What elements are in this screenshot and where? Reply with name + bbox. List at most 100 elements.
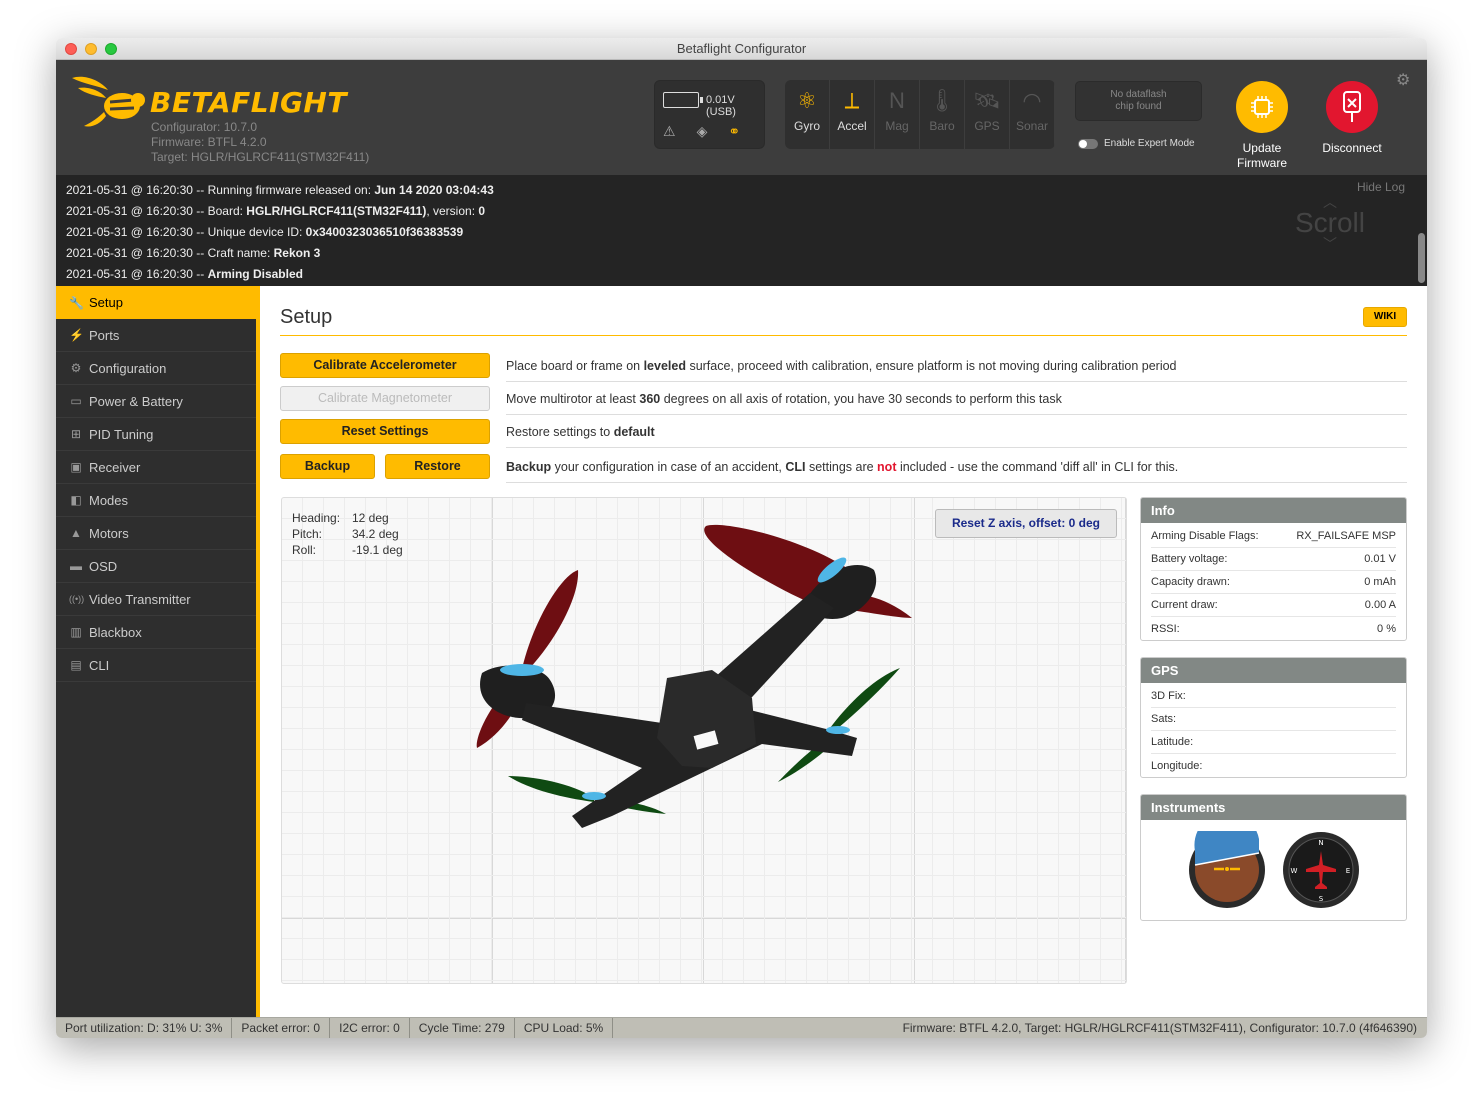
chevron-up-icon: ︿	[1323, 194, 1337, 210]
configurator-version: Configurator: 10.7.0	[151, 120, 258, 134]
log-lines: 2021-05-31 @ 16:20:30 -- Running firmwar…	[66, 180, 494, 285]
i2c-error: I2C error: 0	[330, 1017, 410, 1038]
svg-text:N: N	[1318, 839, 1323, 847]
info-key: Arming Disable Flags:	[1151, 530, 1259, 542]
gps-row: Sats:	[1151, 708, 1396, 731]
calibrate-accelerometer-button[interactable]: Calibrate Accelerometer	[280, 353, 490, 378]
update-firmware-button[interactable]: Update Firmware	[1227, 81, 1297, 171]
page-title: Setup	[280, 306, 333, 328]
sensor-label: Accel	[837, 119, 867, 133]
sidebar-item-cli[interactable]: ▤ CLI	[56, 649, 256, 682]
chevron-down-icon: ﹀	[1323, 236, 1337, 252]
info-value: RX_FAILSAFE MSP	[1296, 530, 1396, 542]
gps-title: GPS	[1141, 658, 1406, 683]
sidebar-item-receiver[interactable]: ▣ Receiver	[56, 451, 256, 484]
sidebar-item-label: CLI	[89, 657, 110, 673]
sensor-label: Sonar	[1015, 119, 1049, 133]
hide-log-link[interactable]: Hide Log	[1357, 180, 1405, 194]
reset-settings-button[interactable]: Reset Settings	[280, 419, 490, 444]
version-info: Configurator: 10.7.0 Firmware: BTFL 4.2.…	[151, 120, 369, 165]
sidebar-item-osd[interactable]: ▬ OSD	[56, 550, 256, 583]
info-key: Battery voltage:	[1151, 553, 1228, 565]
maximize-window-button[interactable]	[105, 43, 117, 55]
gps-key: 3D Fix:	[1151, 690, 1186, 702]
sidebar-item-modes[interactable]: ◧ Modes	[56, 484, 256, 517]
gear-icon: ⚙	[70, 361, 82, 375]
minimize-window-button[interactable]	[85, 43, 97, 55]
sidebar-item-ports[interactable]: ⚡ Ports	[56, 319, 256, 352]
status-icons: ⚠ ◈ ⚭	[663, 123, 740, 140]
sidebar-item-pid-tuning[interactable]: ⊞ PID Tuning	[56, 418, 256, 451]
packet-error: Packet error: 0	[232, 1017, 331, 1038]
warning-icon: ⚠	[663, 123, 676, 139]
scroll-label: Scroll	[1294, 207, 1365, 238]
sidebar-item-power-battery[interactable]: ▭ Power & Battery	[56, 385, 256, 418]
log-line: 2021-05-31 @ 16:20:30 -- Unique device I…	[66, 225, 464, 239]
sidebar-item-label: Modes	[89, 492, 129, 508]
sidebar-item-video-transmitter[interactable]: ((•)) Video Transmitter	[56, 583, 256, 616]
backup-description: Backup your configuration in case of an …	[506, 451, 1407, 483]
info-key: Current draw:	[1151, 599, 1218, 611]
disconnect-button[interactable]: Disconnect	[1317, 81, 1387, 156]
motor-icon: ▲	[70, 526, 82, 540]
port-utilization: Port utilization: D: 31% U: 3%	[56, 1017, 233, 1038]
app-window: Betaflight Configurator BETAFLIGHT Confi…	[56, 38, 1427, 1038]
sidebar-item-configuration[interactable]: ⚙ Configuration	[56, 352, 256, 385]
toggle-switch[interactable]	[1078, 138, 1098, 149]
heading-indicator-icon: N E S W	[1282, 832, 1359, 908]
gyro-icon: ⚛	[797, 88, 817, 113]
battery-icon: ▭	[70, 394, 82, 408]
sensor-gps: 🛰 GPS	[965, 80, 1010, 149]
reset-description: Restore settings to default	[506, 416, 1407, 448]
backup-button[interactable]: Backup	[280, 454, 375, 479]
wiki-button[interactable]: WIKI	[1363, 307, 1407, 327]
log-scrollbar[interactable]	[1418, 233, 1425, 283]
expert-mode-label: Enable Expert Mode	[1104, 138, 1195, 149]
sensor-sonar: ◠ Sonar	[1010, 80, 1055, 149]
gps-row: Latitude:	[1151, 731, 1396, 754]
sidebar-item-label: Power & Battery	[89, 393, 183, 409]
calibrate-mag-row: Calibrate Magnetometer Move multirotor a…	[280, 383, 1407, 416]
calibrate-acc-row: Calibrate Accelerometer Place board or f…	[280, 350, 1407, 383]
cycle-time: Cycle Time: 279	[410, 1017, 515, 1038]
accel-icon: ⟂	[844, 88, 860, 113]
calibrate-mag-description: Move multirotor at least 360 degrees on …	[506, 383, 1407, 415]
sidebar-item-setup[interactable]: 🔧 Setup	[56, 286, 256, 319]
expert-mode-toggle[interactable]: Enable Expert Mode	[1078, 138, 1195, 149]
mag-icon: N	[889, 88, 905, 113]
instruments-card: Instruments N E S W	[1140, 794, 1407, 921]
model-view[interactable]: Heading: 12 deg Pitch: 34.2 deg Roll: -19.1…	[281, 497, 1127, 984]
link-icon: ⚭	[728, 123, 741, 139]
sitemap-icon: ⊞	[70, 427, 82, 441]
gps-key: Sats:	[1151, 713, 1177, 725]
info-key: Capacity drawn:	[1151, 576, 1230, 588]
battery-icon	[663, 92, 703, 108]
sensor-label: Mag	[885, 119, 909, 133]
gps-icon: 🛰	[973, 88, 1001, 113]
sensor-label: Baro	[929, 119, 955, 133]
setup-content: Setup WIKI Calibrate Accelerometer Place…	[260, 286, 1427, 1017]
log-line: 2021-05-31 @ 16:20:30 -- Running firmwar…	[66, 183, 494, 197]
settings-gear-icon[interactable]: ⚙	[1396, 70, 1410, 90]
close-window-button[interactable]	[65, 43, 77, 55]
quadcopter-model	[476, 524, 912, 828]
battery-status-panel: 0.01V (USB) ⚠ ◈ ⚭	[654, 80, 765, 149]
plug-icon: ⚡	[69, 328, 84, 342]
info-row: RSSI: 0 %	[1151, 617, 1396, 640]
sidebar-item-motors[interactable]: ▲ Motors	[56, 517, 256, 550]
instruments-row: N E S W	[1141, 820, 1406, 920]
sidebar-item-label: Configuration	[89, 360, 167, 376]
sidebar-item-label: PID Tuning	[89, 426, 154, 442]
blackbox-icon: ▥	[70, 625, 82, 639]
log-line: 2021-05-31 @ 16:20:30 -- Craft name: Rek…	[66, 246, 321, 260]
sidebar-item-label: Video Transmitter	[89, 591, 191, 607]
calibrate-magnetometer-button[interactable]: Calibrate Magnetometer	[280, 386, 490, 411]
restore-button[interactable]: Restore	[385, 454, 490, 479]
info-row: Current draw: 0.00 A	[1151, 594, 1396, 617]
svg-text:W: W	[1290, 867, 1297, 875]
info-key: RSSI:	[1151, 622, 1180, 635]
antenna-icon: ((•))	[69, 594, 85, 604]
dataflash-status: No dataflash chip found	[1075, 81, 1202, 121]
sidebar-item-blackbox[interactable]: ▥ Blackbox	[56, 616, 256, 649]
disconnect-label: Disconnect	[1322, 141, 1382, 155]
